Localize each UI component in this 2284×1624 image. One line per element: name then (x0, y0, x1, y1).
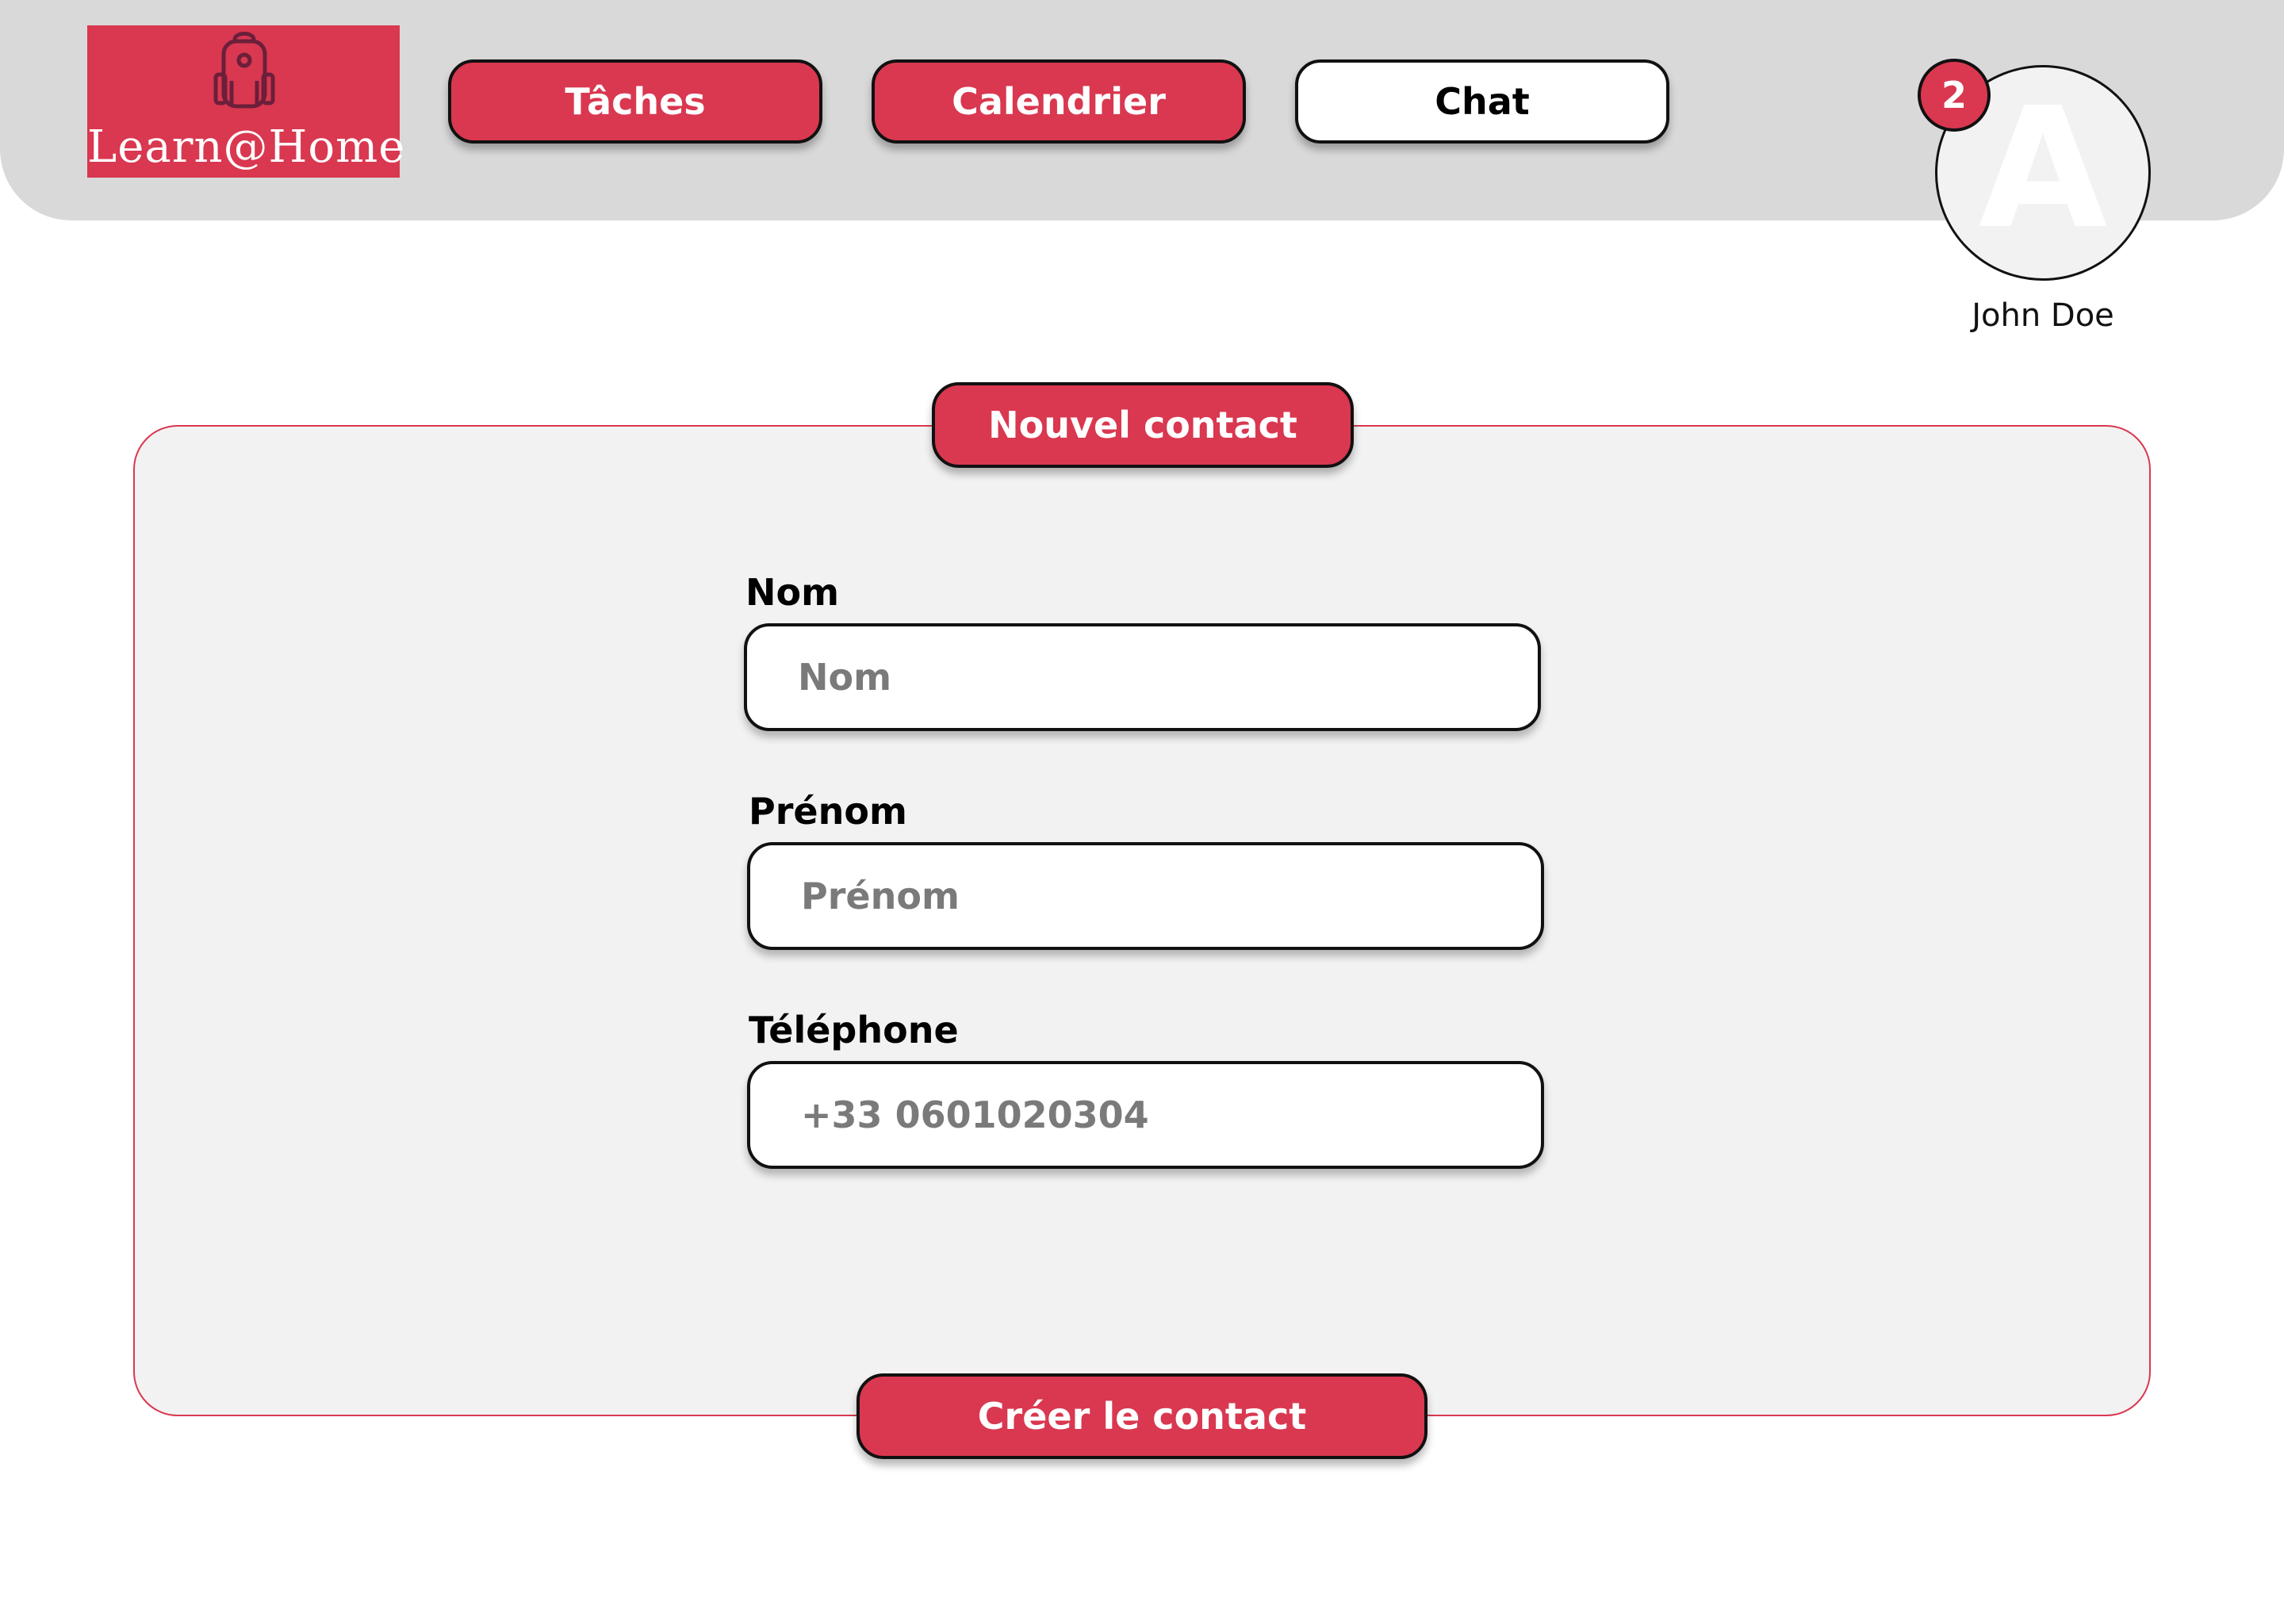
prenom-input[interactable] (747, 842, 1544, 950)
user-name: John Doe (1972, 297, 2114, 334)
page: Learn@Home Tâches Calendrier Chat A 2 Jo… (0, 0, 2284, 1624)
nav-calendrier-button[interactable]: Calendrier (872, 59, 1246, 144)
prenom-label: Prénom (749, 790, 907, 833)
nom-label: Nom (745, 571, 840, 614)
telephone-input[interactable] (747, 1061, 1544, 1169)
app-logo[interactable]: Learn@Home (87, 25, 406, 178)
nom-input[interactable] (744, 623, 1541, 731)
nav-taches-button[interactable]: Tâches (448, 59, 822, 144)
panel-title: Nouvel contact (932, 382, 1354, 468)
logo-text: Learn@Home (87, 121, 406, 173)
notification-badge[interactable]: 2 (1918, 59, 1991, 132)
backpack-icon (213, 32, 275, 109)
avatar-letter: A (1978, 71, 2108, 266)
telephone-label: Téléphone (749, 1009, 959, 1051)
create-contact-button[interactable]: Créer le contact (856, 1373, 1428, 1459)
nav-chat-button[interactable]: Chat (1295, 59, 1669, 144)
